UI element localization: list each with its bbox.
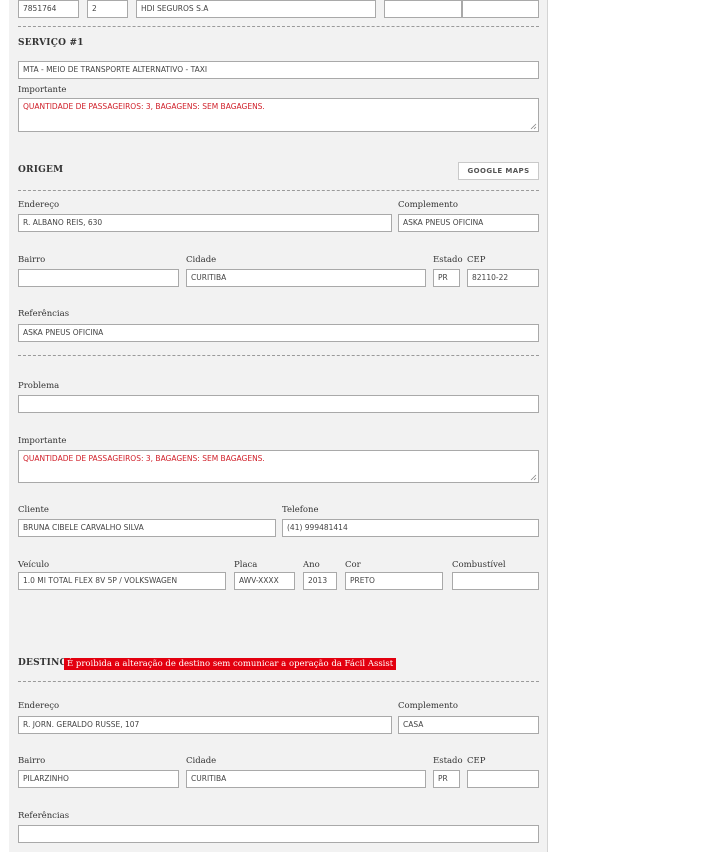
service-important-label: Importante [18,85,67,95]
origin-references-field[interactable]: ASKA PNEUS OFICINA [18,324,539,342]
divider [18,355,539,356]
destination-warning-badge: É proibida a alteração de destino sem co… [64,658,397,670]
divider [18,26,539,27]
divider [18,190,539,191]
problem-important-textarea[interactable]: QUANTIDADE DE PASSAGEIROS: 3, BAGAGENS: … [18,450,539,483]
origin-city-label: Cidade [186,255,217,265]
destination-references-label: Referências [18,811,70,821]
phone-label: Telefone [282,505,319,515]
problem-field[interactable] [18,395,539,413]
origin-zip-field[interactable]: 82110-22 [467,269,539,287]
destination-complement-field[interactable]: CASA [398,716,539,734]
service-type-field[interactable]: MTA - MEIO DE TRANSPORTE ALTERNATIVO - T… [18,61,539,79]
plate-field[interactable]: AWV-XXXX [234,572,295,590]
destination-zip-field[interactable] [467,770,539,788]
vehicle-label: Veículo [18,560,50,570]
destination-city-label: Cidade [186,756,217,766]
destination-address-field[interactable]: R. JORN. GERALDO RUSSE, 107 [18,716,392,734]
origin-complement-field[interactable]: ASKA PNEUS OFICINA [398,214,539,232]
destination-district-label: Bairro [18,756,46,766]
extra-field-2[interactable] [462,0,539,18]
origin-title: ORIGEM [18,165,64,175]
plate-label: Placa [234,560,258,570]
year-label: Ano [303,560,320,570]
destination-district-field[interactable]: PILARZINHO [18,770,179,788]
destination-title: DESTINO [18,658,68,668]
origin-zip-label: CEP [467,255,486,265]
resize-grip-icon[interactable] [529,122,537,130]
fuel-field[interactable] [452,572,539,590]
service-important-text: QUANTIDADE DE PASSAGEIROS: 3, BAGAGENS: … [23,102,265,111]
vehicle-field[interactable]: 1.0 MI TOTAL FLEX 8V 5P / VOLKSWAGEN [18,572,226,590]
origin-city-field[interactable]: CURITIBA [186,269,426,287]
origin-state-label: Estado [433,255,463,265]
service-important-textarea[interactable]: QUANTIDADE DE PASSAGEIROS: 3, BAGAGENS: … [18,98,539,132]
origin-complement-label: Complemento [398,200,458,210]
protocol-field[interactable]: 7851764 [18,0,79,18]
problem-label: Problema [18,381,60,391]
client-label: Cliente [18,505,49,515]
sequence-field[interactable]: 2 [87,0,128,18]
google-maps-button[interactable]: GOOGLE MAPS [458,162,539,180]
extra-field-1[interactable] [384,0,462,18]
origin-references-label: Referências [18,309,70,319]
divider [18,681,539,682]
destination-address-label: Endereço [18,701,60,711]
origin-district-label: Bairro [18,255,46,265]
origin-address-field[interactable]: R. ALBANO REIS, 630 [18,214,392,232]
phone-field[interactable]: (41) 999481414 [282,519,539,537]
year-field[interactable]: 2013 [303,572,337,590]
destination-references-field[interactable] [18,825,539,843]
origin-address-label: Endereço [18,200,60,210]
destination-zip-label: CEP [467,756,486,766]
fuel-label: Combustível [452,560,506,570]
service-title: SERVIÇO #1 [18,38,84,48]
destination-complement-label: Complemento [398,701,458,711]
problem-important-text: QUANTIDADE DE PASSAGEIROS: 3, BAGAGENS: … [23,454,265,463]
insurer-field[interactable]: HDI SEGUROS S.A [136,0,376,18]
color-field[interactable]: PRETO [345,572,443,590]
origin-district-field[interactable] [18,269,179,287]
problem-important-label: Importante [18,436,67,446]
destination-state-label: Estado [433,756,463,766]
origin-state-field[interactable]: PR [433,269,460,287]
destination-state-field[interactable]: PR [433,770,460,788]
resize-grip-icon[interactable] [529,473,537,481]
destination-city-field[interactable]: CURITIBA [186,770,426,788]
color-label: Cor [345,560,361,570]
client-field[interactable]: BRUNA CIBELE CARVALHO SILVA [18,519,276,537]
